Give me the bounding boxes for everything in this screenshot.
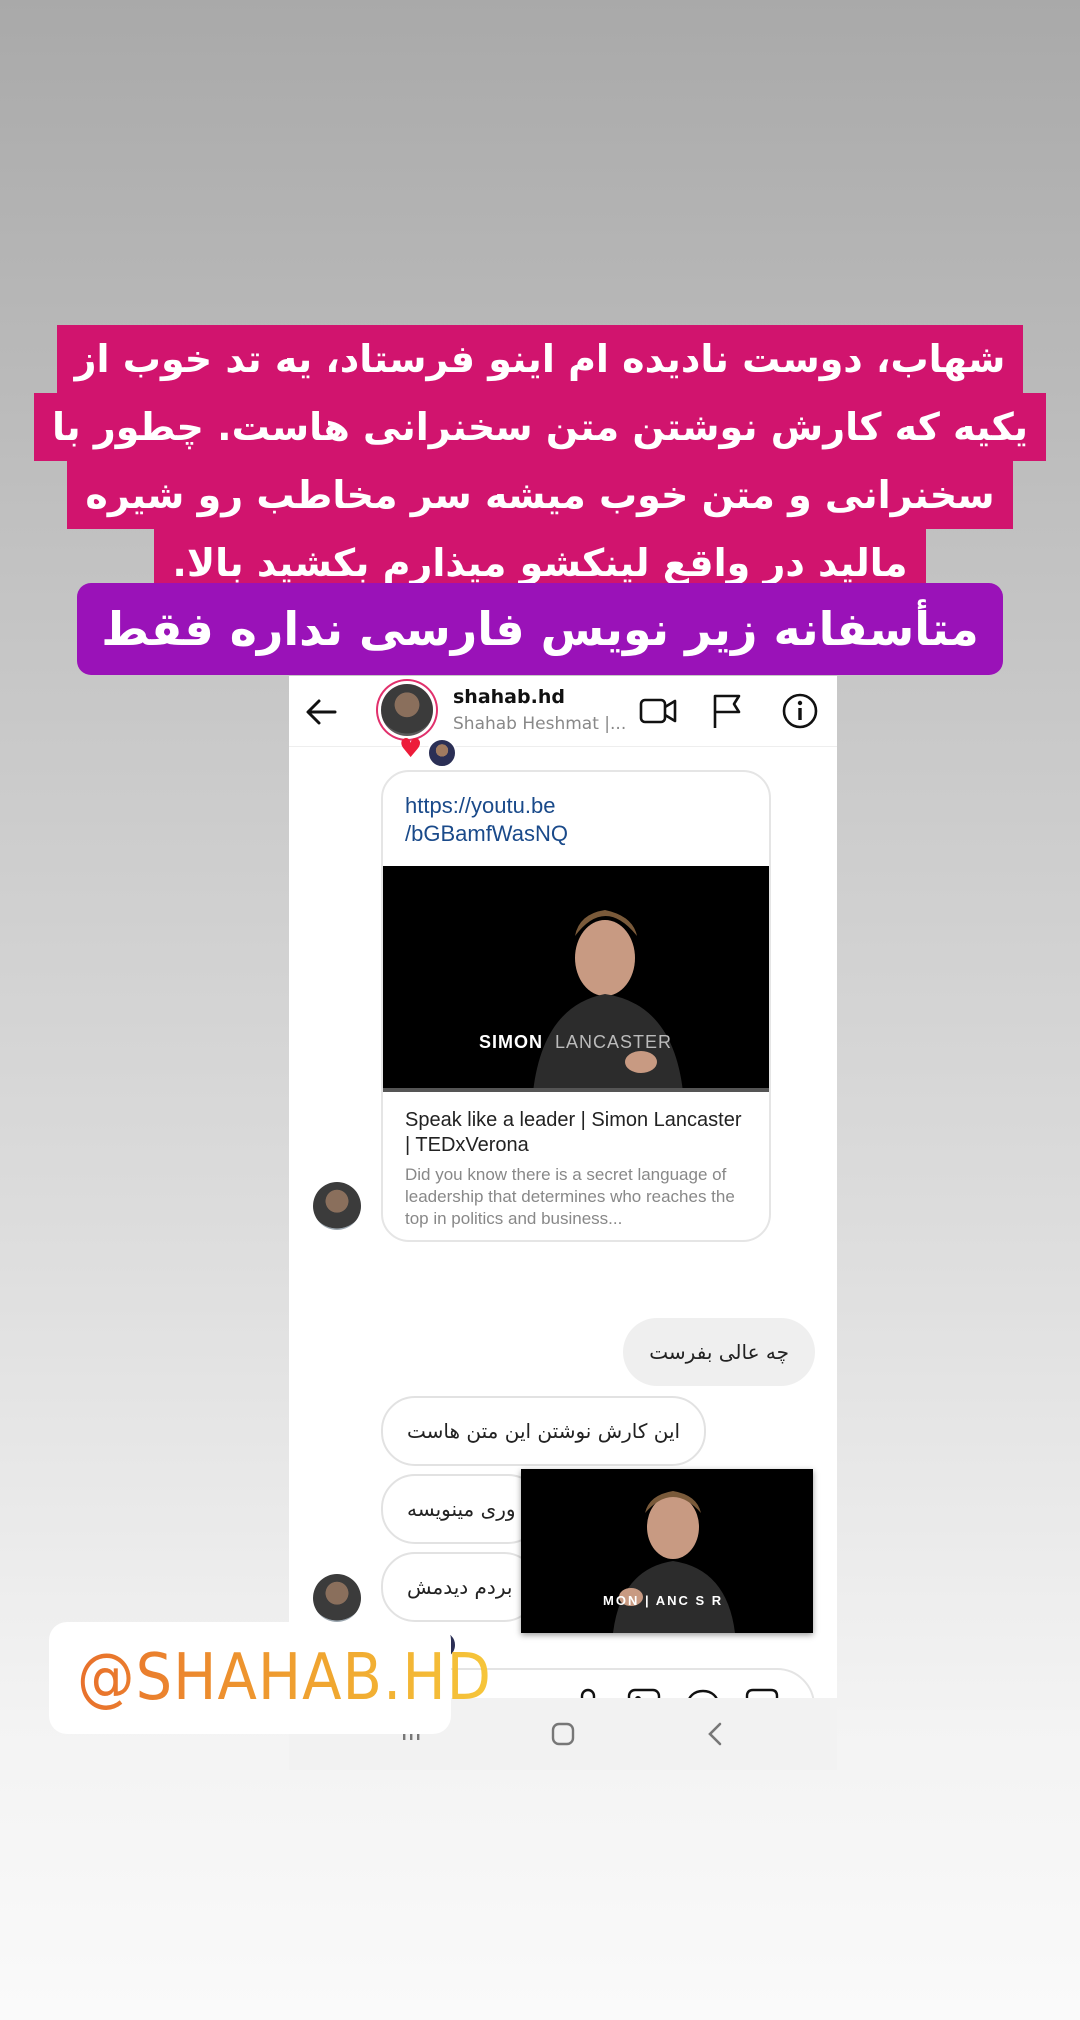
sent-message[interactable]: چه عالی بفرست bbox=[623, 1318, 815, 1386]
info-icon[interactable] bbox=[781, 692, 819, 730]
caption-line-3: سخنرانی و متن خوب میشه سر مخاطب رو شیره bbox=[67, 461, 1013, 529]
shared-link-url[interactable]: https://youtu.be /bGBamfWasNQ bbox=[405, 792, 568, 848]
story-caption-purple: متأسفانه زیر نویس فارسی نداره فقط bbox=[0, 583, 1080, 675]
sender-avatar[interactable] bbox=[313, 1182, 361, 1230]
mention-sticker[interactable]: @SHAHAB.HD bbox=[49, 1622, 491, 1734]
back-nav-icon[interactable] bbox=[705, 1720, 725, 1748]
speaker-image bbox=[533, 910, 683, 1092]
pip-speaker-image bbox=[613, 1491, 735, 1633]
heart-reaction-icon: ♥ bbox=[399, 734, 423, 764]
header-subtitle: Shahab Heshmat |... bbox=[453, 714, 627, 734]
thumb-last-name: LANCASTER bbox=[555, 1032, 673, 1052]
link-url-line-2[interactable]: /bGBamfWasNQ bbox=[405, 820, 568, 848]
caption-line-1: شهاب، دوست نادیده ام اینو فرستاد، یه تد … bbox=[56, 325, 1024, 393]
caption-line-2: یکیه که کارش نوشتن متن سخنرانی هاست. چطو… bbox=[34, 393, 1046, 461]
received-message[interactable]: این کارش نوشتن این متن هاست bbox=[381, 1396, 707, 1466]
shared-link-card[interactable]: https://youtu.be /bGBamfWasNQ SIMON LANC… bbox=[381, 770, 771, 1242]
link-title[interactable]: Speak like a leader | Simon Lancaster | … bbox=[405, 1108, 751, 1158]
sender-avatar[interactable] bbox=[313, 1574, 361, 1622]
home-icon[interactable] bbox=[549, 1720, 577, 1748]
reaction-row-top: ♥ bbox=[399, 734, 458, 768]
thumb-first-name: SIMON bbox=[479, 1032, 544, 1052]
header-username[interactable]: shahab.hd bbox=[453, 686, 565, 708]
received-message[interactable]: وری مینویسه bbox=[381, 1474, 542, 1544]
flag-icon[interactable] bbox=[710, 692, 744, 730]
link-url-line-1[interactable]: https://youtu.be bbox=[405, 792, 568, 820]
mention-handle[interactable]: @SHAHAB.HD bbox=[77, 1640, 492, 1716]
story-caption-pink: شهاب، دوست نادیده ام اینو فرستاد، یه تد … bbox=[0, 325, 1080, 597]
dm-screenshot: shahab.hd Shahab Heshmat |... ♥ https://… bbox=[289, 676, 837, 1770]
caption-subtitle-note: متأسفانه زیر نویس فارسی نداره فقط bbox=[77, 583, 1003, 675]
pip-video-player[interactable]: MON | ANC S R bbox=[521, 1469, 813, 1633]
video-call-icon[interactable] bbox=[638, 694, 678, 728]
back-arrow-icon[interactable] bbox=[303, 694, 339, 730]
thumbnail-divider bbox=[383, 1088, 769, 1092]
received-message[interactable]: بردم دیدمش bbox=[381, 1552, 539, 1622]
video-thumbnail[interactable]: SIMON LANCASTER bbox=[383, 866, 769, 1092]
reactor-avatar bbox=[427, 737, 458, 768]
header-avatar[interactable] bbox=[381, 684, 433, 736]
pip-caption: MON | ANC S R bbox=[603, 1593, 724, 1608]
link-description: Did you know there is a secret language … bbox=[405, 1165, 735, 1228]
chat-header: shahab.hd Shahab Heshmat |... bbox=[289, 676, 837, 747]
thumbnail-caption: SIMON LANCASTER bbox=[479, 1032, 672, 1053]
